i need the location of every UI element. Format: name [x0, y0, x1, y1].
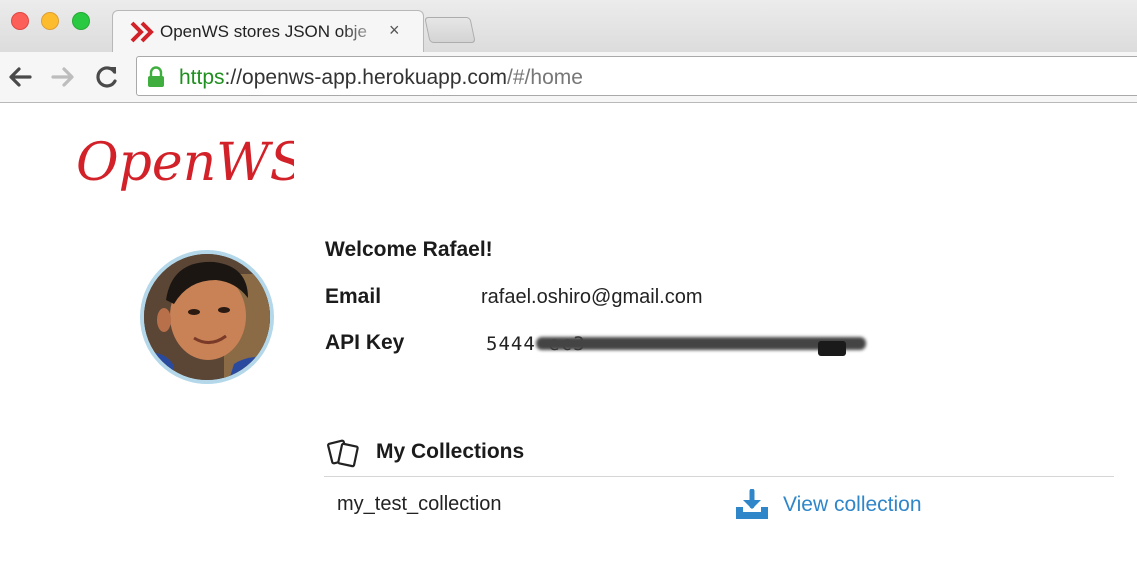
user-photo	[144, 254, 270, 380]
view-collection-label: View collection	[783, 493, 922, 516]
svg-text:OpenWS: OpenWS	[76, 133, 294, 193]
avatar	[140, 250, 274, 384]
openws-logo[interactable]: OpenWS	[74, 125, 294, 207]
email-label: Email	[325, 285, 382, 308]
email-value: rafael.oshiro@gmail.com	[481, 286, 703, 308]
browser-tab-active[interactable]: OpenWS stores JSON obje ×	[112, 10, 424, 52]
address-bar[interactable]: https://openws-app.herokuapp.com/#/home	[136, 56, 1137, 96]
download-icon	[736, 489, 768, 519]
openws-favicon-icon	[130, 21, 154, 43]
cards-icon	[327, 439, 359, 468]
back-arrow-icon[interactable]	[6, 63, 34, 91]
reload-icon[interactable]	[93, 63, 121, 91]
browser-toolbar: https://openws-app.herokuapp.com/#/home	[0, 52, 1137, 103]
collection-name: my_test_collection	[337, 493, 502, 515]
close-tab-icon[interactable]: ×	[389, 20, 400, 41]
view-collection-link[interactable]: View collection	[734, 489, 922, 521]
collection-row: my_test_collection View collection	[324, 480, 1114, 530]
forward-arrow-icon[interactable]	[49, 63, 77, 91]
tab-title: OpenWS stores JSON obje	[160, 22, 367, 41]
collections-heading: My Collections	[376, 440, 525, 463]
api-key-redaction	[536, 337, 866, 350]
browser-tab-bar: OpenWS stores JSON obje ×	[0, 0, 1137, 52]
lock-icon	[148, 66, 164, 87]
zoom-window-button[interactable]	[72, 12, 90, 30]
api-key-redaction-block	[818, 341, 846, 356]
close-window-button[interactable]	[11, 12, 29, 30]
welcome-heading: Welcome Rafael!	[325, 238, 493, 261]
collections-divider	[324, 476, 1114, 477]
minimize-window-button[interactable]	[41, 12, 59, 30]
url-text: https://openws-app.herokuapp.com/#/home	[179, 66, 583, 89]
api-key-label: API Key	[325, 331, 405, 354]
new-tab-button[interactable]	[424, 17, 476, 43]
